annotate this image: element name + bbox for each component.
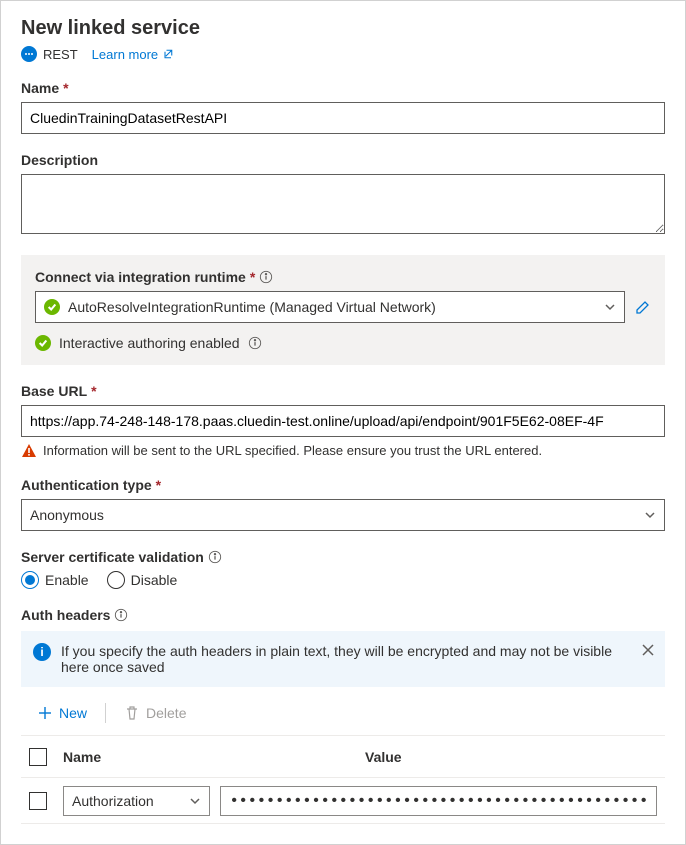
- edit-icon[interactable]: [635, 299, 651, 315]
- check-circle-icon: [35, 335, 51, 351]
- name-label: Name*: [21, 80, 665, 96]
- cert-disable-label: Disable: [131, 572, 178, 588]
- radio-unselected-icon: [107, 571, 125, 589]
- header-name-value: Authorization: [72, 793, 154, 809]
- auth-headers-section: Auth headers i If you specify the auth h…: [21, 607, 665, 824]
- auth-type-value: Anonymous: [30, 507, 104, 523]
- close-icon[interactable]: [641, 643, 655, 657]
- info-icon[interactable]: [114, 608, 128, 622]
- auth-headers-table-header: Name Value: [21, 736, 665, 778]
- chevron-down-icon: [604, 301, 616, 313]
- info-icon[interactable]: [248, 336, 262, 350]
- page-title: New linked service: [21, 17, 665, 40]
- cert-disable-radio[interactable]: Disable: [107, 571, 178, 589]
- cert-validation-section: Server certificate validation Enable Dis…: [21, 549, 665, 589]
- base-url-warning-text: Information will be sent to the URL spec…: [43, 443, 542, 458]
- base-url-warning: Information will be sent to the URL spec…: [21, 443, 665, 459]
- column-header-value: Value: [365, 749, 657, 765]
- cert-enable-label: Enable: [45, 572, 89, 588]
- info-icon[interactable]: [259, 270, 273, 284]
- new-linked-service-panel: New linked service REST Learn more Name*…: [0, 0, 686, 845]
- auth-type-select[interactable]: Anonymous: [21, 499, 665, 531]
- integration-runtime-select[interactable]: AutoResolveIntegrationRuntime (Managed V…: [35, 291, 625, 323]
- service-type-row: REST Learn more: [21, 46, 665, 62]
- name-input[interactable]: [21, 102, 665, 134]
- column-header-name: Name: [63, 749, 355, 765]
- auth-headers-info-banner: i If you specify the auth headers in pla…: [21, 631, 665, 687]
- cert-validation-label: Server certificate validation: [21, 549, 665, 565]
- external-link-icon: [162, 48, 174, 60]
- name-section: Name*: [21, 80, 665, 134]
- service-type-label: REST: [43, 47, 78, 62]
- learn-more-label: Learn more: [92, 47, 158, 62]
- warning-icon: [21, 443, 37, 459]
- base-url-section: Base URL* Information will be sent to th…: [21, 383, 665, 459]
- header-name-select[interactable]: Authorization: [63, 786, 210, 816]
- description-label: Description: [21, 152, 665, 168]
- interactive-authoring-label: Interactive authoring enabled: [59, 335, 240, 351]
- select-all-checkbox[interactable]: [29, 748, 47, 766]
- rest-icon: [21, 46, 37, 62]
- auth-headers-label: Auth headers: [21, 607, 665, 623]
- integration-runtime-section: Connect via integration runtime* AutoRes…: [21, 255, 665, 365]
- svg-text:i: i: [40, 645, 43, 659]
- trash-icon: [124, 705, 140, 721]
- chevron-down-icon: [189, 795, 201, 807]
- check-circle-icon: [44, 299, 60, 315]
- chevron-down-icon: [644, 509, 656, 521]
- header-value-masked: ••••••••••••••••••••••••••••••••••••••••…: [229, 793, 648, 809]
- cert-enable-radio[interactable]: Enable: [21, 571, 89, 589]
- row-checkbox[interactable]: [29, 792, 47, 810]
- auth-type-section: Authentication type* Anonymous: [21, 477, 665, 531]
- table-row: Authorization ••••••••••••••••••••••••••…: [21, 778, 665, 824]
- toolbar-divider: [105, 703, 106, 723]
- info-filled-icon: i: [33, 643, 51, 661]
- new-header-label: New: [59, 705, 87, 721]
- auth-headers-banner-text: If you specify the auth headers in plain…: [61, 643, 625, 675]
- new-header-button[interactable]: New: [29, 701, 95, 725]
- auth-type-label: Authentication type*: [21, 477, 665, 493]
- info-icon[interactable]: [208, 550, 222, 564]
- delete-header-label: Delete: [146, 705, 186, 721]
- integration-runtime-value: AutoResolveIntegrationRuntime (Managed V…: [68, 299, 436, 315]
- integration-runtime-label: Connect via integration runtime*: [35, 269, 651, 285]
- base-url-label: Base URL*: [21, 383, 665, 399]
- radio-selected-icon: [21, 571, 39, 589]
- auth-headers-toolbar: New Delete: [21, 691, 665, 736]
- base-url-input[interactable]: [21, 405, 665, 437]
- delete-header-button[interactable]: Delete: [116, 701, 194, 725]
- plus-icon: [37, 705, 53, 721]
- header-value-input[interactable]: ••••••••••••••••••••••••••••••••••••••••…: [220, 786, 657, 816]
- learn-more-link[interactable]: Learn more: [92, 47, 174, 62]
- interactive-authoring-status: Interactive authoring enabled: [35, 335, 651, 351]
- description-textarea[interactable]: [21, 174, 665, 234]
- description-section: Description: [21, 152, 665, 237]
